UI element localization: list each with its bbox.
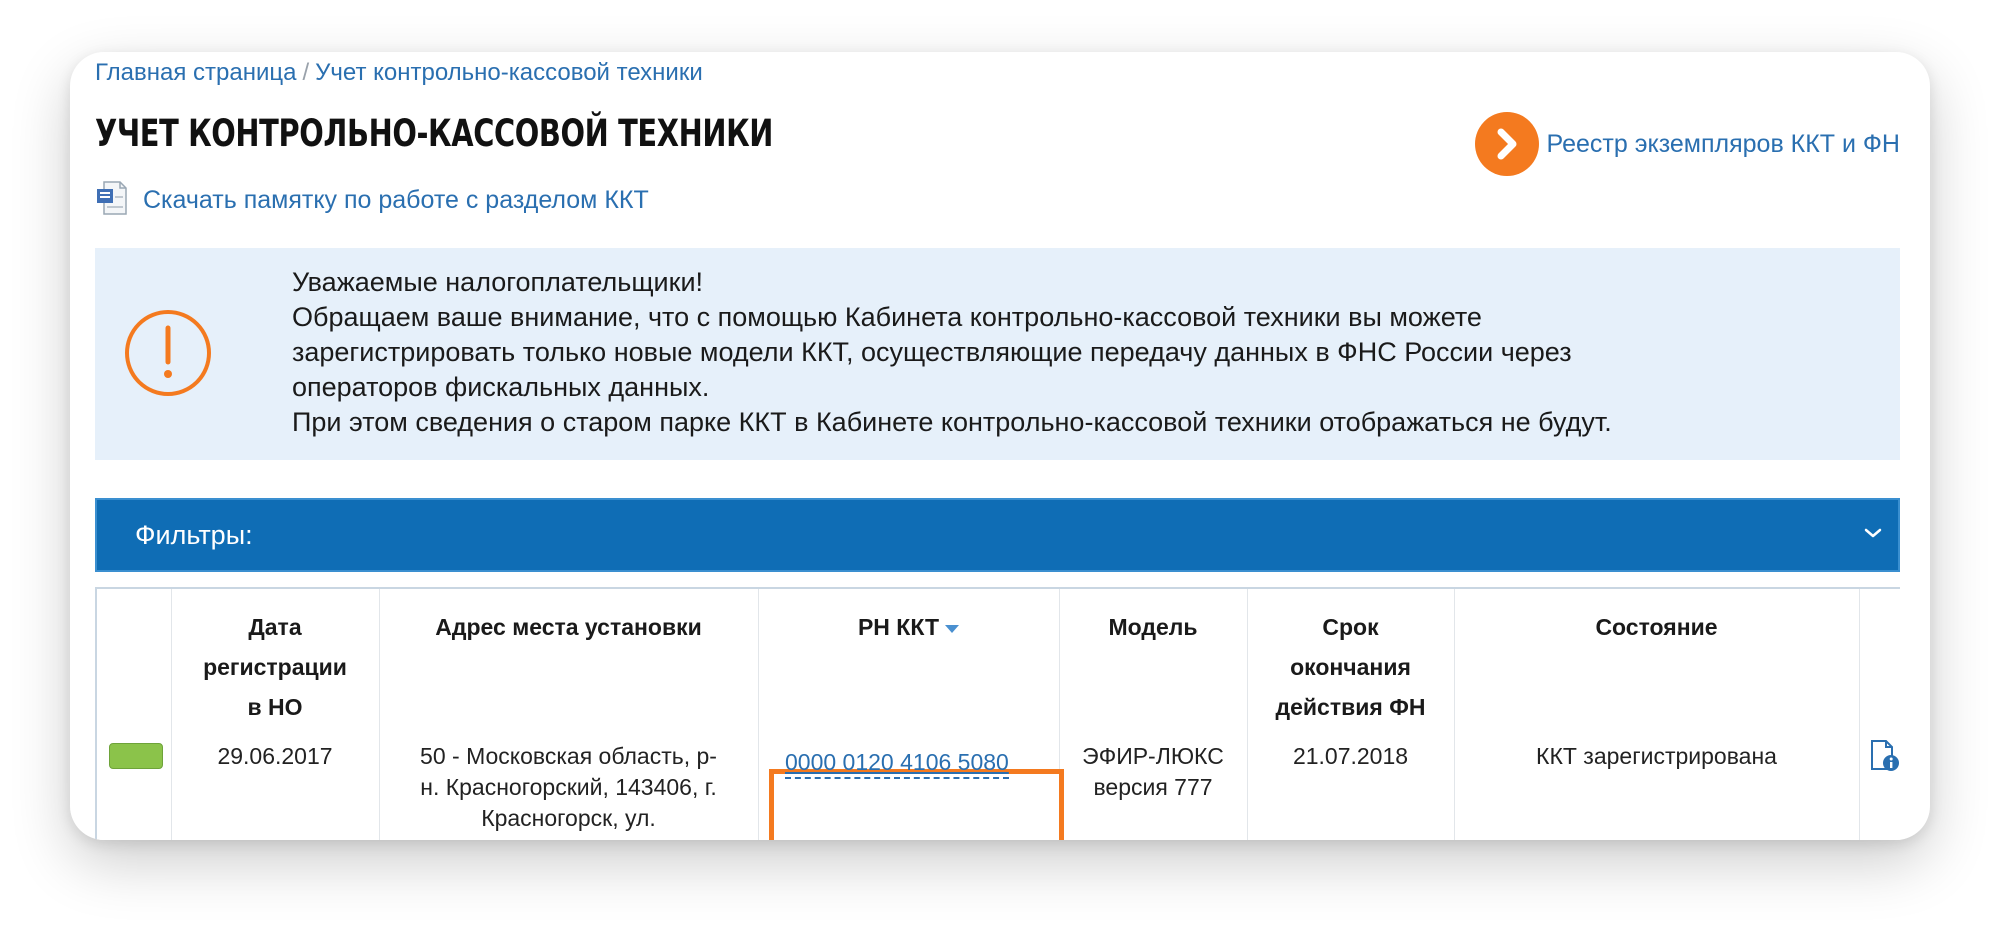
document-info-icon[interactable]	[1867, 739, 1901, 778]
breadcrumb: Главная страница / Учет контрольно-кассово…	[95, 58, 703, 88]
exclamation-circle-icon	[125, 310, 211, 396]
breadcrumb-current-link[interactable]: Учет контрольно-кассовой техники	[315, 59, 703, 86]
cell-address: 50 - Московская область, р- н. Красногор…	[420, 743, 717, 831]
memo-download-link[interactable]: Скачать памятку по работе с разделом ККТ	[95, 180, 649, 221]
chevron-right-icon[interactable]	[1474, 112, 1539, 176]
registry-link-label[interactable]: Реестр экземпляров ККТ и ФН	[1547, 130, 1900, 159]
header-state[interactable]: Состояние	[1454, 607, 1859, 647]
chevron-down-icon[interactable]	[1862, 526, 1884, 545]
notice-line: Обращаем ваше внимание, что с помощью Ка…	[292, 302, 1482, 332]
page-title: Учет контрольно-кассовой техники	[95, 112, 774, 155]
cell-fn-expiry: 21.07.2018	[1292, 743, 1409, 769]
cell-model: ЭФИР-ЛЮКС версия 777	[1082, 743, 1224, 800]
content-area: Главная страница / Учет контрольно-кассово…	[95, 52, 1902, 840]
cell-state: ККТ зарегистрирована	[1536, 743, 1777, 769]
sort-desc-icon[interactable]	[945, 624, 960, 633]
header-fn-expiry[interactable]: Срок окончания действия ФН	[1247, 607, 1454, 727]
rn-kkt-link[interactable]: 0000 0120 4106 5080	[785, 747, 1009, 779]
notice-banner: Уважаемые налогоплательщики! Обращаем ва…	[95, 248, 1900, 460]
header-address[interactable]: Адрес места установки	[379, 607, 758, 647]
header-rn-kkt[interactable]: РН ККТ	[758, 607, 1059, 647]
memo-download-label[interactable]: Скачать памятку по работе с разделом ККТ	[143, 186, 649, 215]
rn-highlight-box	[769, 769, 1064, 840]
page-card: Главная страница / Учет контрольно-кассово…	[70, 52, 1930, 840]
header-model[interactable]: Модель	[1059, 607, 1247, 647]
kkt-table: Дата регистрации в НО Адрес места устано…	[95, 587, 1902, 840]
notice-line: При этом сведения о старом парке ККТ в К…	[292, 407, 1612, 437]
cell-reg-date: 29.06.2017	[217, 743, 333, 769]
registry-link[interactable]: Реестр экземпляров ККТ и ФН	[1474, 112, 1900, 176]
document-icon[interactable]	[95, 180, 129, 221]
status-indicator	[109, 743, 163, 769]
notice-text: Уважаемые налогоплательщики! Обращаем ва…	[292, 265, 1612, 440]
notice-line: зарегистрировать только новые модели ККТ…	[292, 337, 1572, 367]
filters-label: Фильтры:	[135, 519, 253, 550]
notice-line: операторов фискальных данных.	[292, 372, 710, 402]
filters-panel-toggle[interactable]: Фильтры:	[95, 498, 1900, 572]
header-reg-date[interactable]: Дата регистрации в НО	[171, 607, 379, 727]
notice-line: Уважаемые налогоплательщики!	[292, 267, 704, 297]
breadcrumb-separator: /	[302, 59, 310, 86]
breadcrumb-home-link[interactable]: Главная страница	[95, 59, 296, 86]
